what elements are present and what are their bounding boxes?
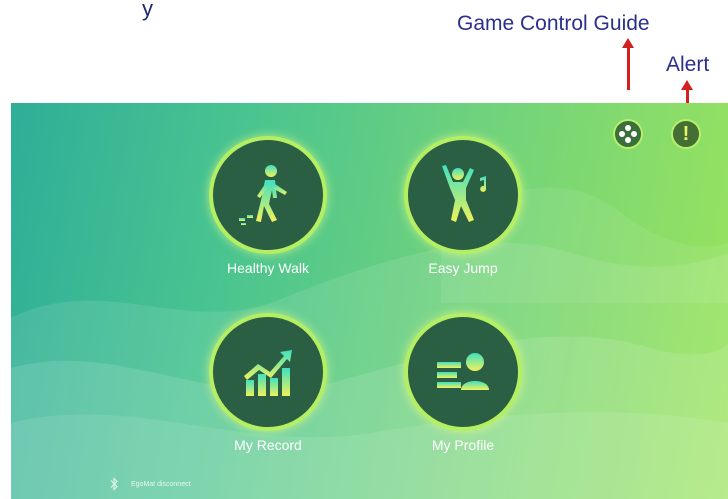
easy-jump-item[interactable]: Easy Jump	[393, 136, 533, 276]
bluetooth-icon	[110, 477, 118, 491]
my-record-button[interactable]	[209, 313, 327, 431]
app-screen: ! Healthy Walk Easy Jump My Record My Pr…	[11, 103, 728, 499]
device-status: EgoMat disconnect	[109, 477, 191, 491]
my-profile-button[interactable]	[404, 313, 522, 431]
my-record-item[interactable]: My Record	[198, 313, 338, 453]
game-control-guide-annotation: Game Control Guide	[457, 12, 650, 35]
alert-button[interactable]: !	[671, 119, 701, 149]
healthy-walk-button[interactable]	[209, 136, 327, 254]
my-profile-item[interactable]: My Profile	[393, 313, 533, 453]
device-status-label: EgoMat disconnect	[131, 480, 191, 488]
easy-jump-button[interactable]	[404, 136, 522, 254]
easy-jump-label: Easy Jump	[428, 260, 498, 276]
healthy-walk-item[interactable]: Healthy Walk	[198, 136, 338, 276]
walking-person-icon	[239, 165, 287, 225]
guide-arrow	[622, 38, 634, 90]
background-hills	[11, 187, 728, 499]
profile-card-icon	[437, 353, 489, 390]
exclamation-icon: !	[682, 123, 690, 145]
jumping-person-icon	[442, 165, 487, 222]
alert-annotation: Alert	[666, 53, 710, 76]
healthy-walk-label: Healthy Walk	[227, 260, 309, 276]
my-profile-label: My Profile	[431, 437, 495, 453]
chart-trend-icon	[244, 350, 292, 396]
gamepad-icon	[619, 125, 637, 143]
cropped-text-fragment: y	[142, 0, 153, 21]
game-control-guide-button[interactable]	[613, 119, 643, 149]
my-record-label: My Record	[234, 437, 302, 453]
